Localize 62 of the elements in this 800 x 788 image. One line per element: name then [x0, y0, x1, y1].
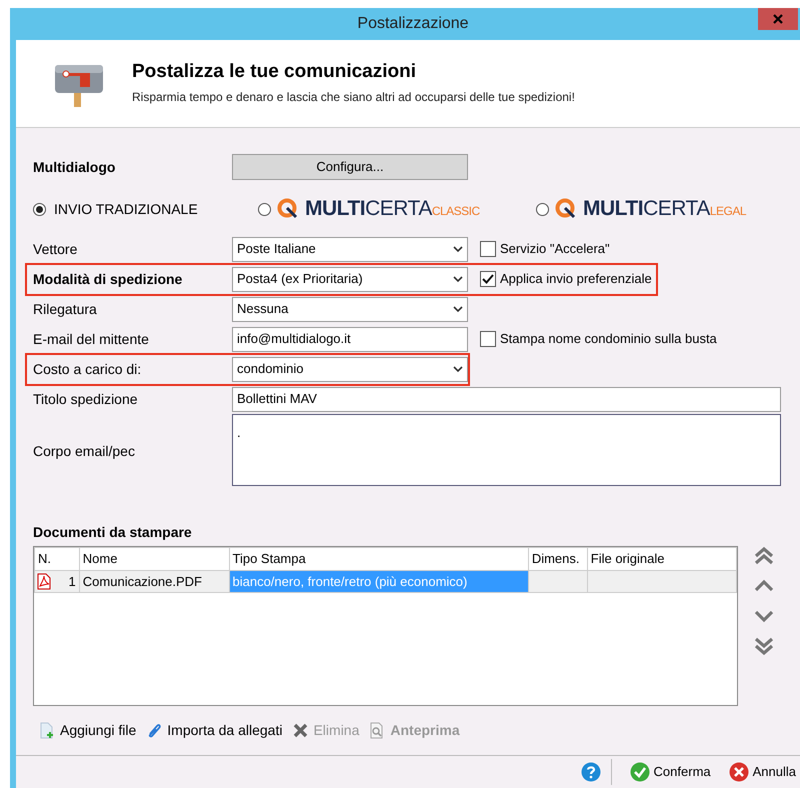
checkbox[interactable] — [480, 331, 496, 347]
check-circle-icon — [630, 762, 650, 782]
logo-text: MULTICERTALEGAL — [583, 196, 746, 222]
logo-text: MULTICERTACLASSIC — [305, 196, 480, 222]
field-label: Vettore — [33, 240, 78, 258]
field-label: Corpo email/pec — [33, 442, 136, 461]
section-label: Multidialogo — [33, 158, 116, 177]
double-down-icon[interactable] — [754, 636, 774, 656]
checkbox[interactable] — [480, 241, 496, 257]
dropdown-field[interactable]: condominio — [232, 356, 468, 382]
checkbox[interactable] — [480, 271, 496, 287]
double-up-icon[interactable] — [754, 546, 774, 566]
header-subtitle: Risparmia tempo e denaro e lascia che siano altri ad occuparsi delle tue spedizioni! — [132, 88, 575, 106]
chevron-down-icon — [453, 246, 463, 252]
table-cell: bianco/nero, fronte/retro (più economico) — [232, 574, 468, 588]
column-header[interactable]: Tipo Stampa — [229, 548, 528, 570]
close-button[interactable] — [758, 8, 798, 30]
text-field[interactable]: info@multidialogo.it — [232, 326, 468, 352]
configure-button[interactable]: Configura... — [232, 154, 468, 180]
chevron-down-icon — [453, 276, 463, 282]
chevron-down-icon — [453, 366, 463, 372]
dropdown-field[interactable]: Poste Italiane — [232, 236, 468, 262]
help-icon[interactable] — [580, 762, 601, 782]
radio-button[interactable] — [33, 202, 46, 216]
radio-button[interactable] — [536, 202, 549, 216]
header-title: Postalizza le tue comunicazioni — [132, 61, 418, 84]
dropdown-field[interactable]: Nessuna — [232, 296, 468, 322]
radio-button[interactable] — [258, 202, 271, 216]
paperclip-icon — [146, 722, 164, 739]
table-cell: Comunicazione.PDF — [82, 574, 202, 588]
dropdown-field[interactable]: Posta4 (ex Prioritaria) — [232, 266, 468, 292]
checkbox-label[interactable]: Servizio "Accelera" — [500, 239, 610, 259]
field-label: Titolo spedizione — [33, 390, 139, 409]
column-header[interactable]: Dimens. — [528, 548, 588, 570]
cancel-icon — [728, 762, 749, 782]
logo-icon — [555, 198, 577, 220]
section-label: Documenti da stampare — [33, 523, 193, 542]
column-header[interactable]: Nome — [79, 548, 229, 570]
chevron-down-icon — [453, 306, 463, 312]
radio-label[interactable]: INVIO TRADIZIONALE — [54, 198, 198, 220]
field-label: Modalità di spedizione — [33, 270, 184, 289]
close-icon — [773, 14, 783, 24]
toolbar-button[interactable]: Aggiungi file — [39, 720, 136, 741]
window-title: Postalizzazione — [357, 14, 469, 34]
dialog-button[interactable]: Annulla — [728, 762, 796, 782]
file-add-icon — [39, 722, 56, 739]
column-header[interactable]: File originale — [587, 548, 736, 570]
dialog-button[interactable]: Conferma — [630, 762, 711, 782]
field-label: E-mail del mittente — [33, 330, 150, 348]
text-field[interactable]: Bollettini MAV — [232, 386, 781, 412]
toolbar-button[interactable]: Importa da allegati — [146, 720, 282, 741]
checkbox-label[interactable]: Applica invio preferenziale — [500, 269, 652, 289]
column-header[interactable]: N. — [34, 548, 80, 570]
field-label: Costo a carico di: — [33, 360, 142, 378]
pdf-icon — [37, 572, 51, 590]
table-cell-text: 1 — [68, 572, 76, 590]
checkbox-label[interactable]: Stampa nome condominio sulla busta — [500, 329, 717, 349]
logo-icon — [277, 198, 299, 220]
check-icon — [482, 274, 494, 284]
delete-icon — [292, 722, 310, 739]
text-area[interactable]: . — [232, 414, 781, 486]
field-label: Rilegatura — [33, 300, 98, 319]
